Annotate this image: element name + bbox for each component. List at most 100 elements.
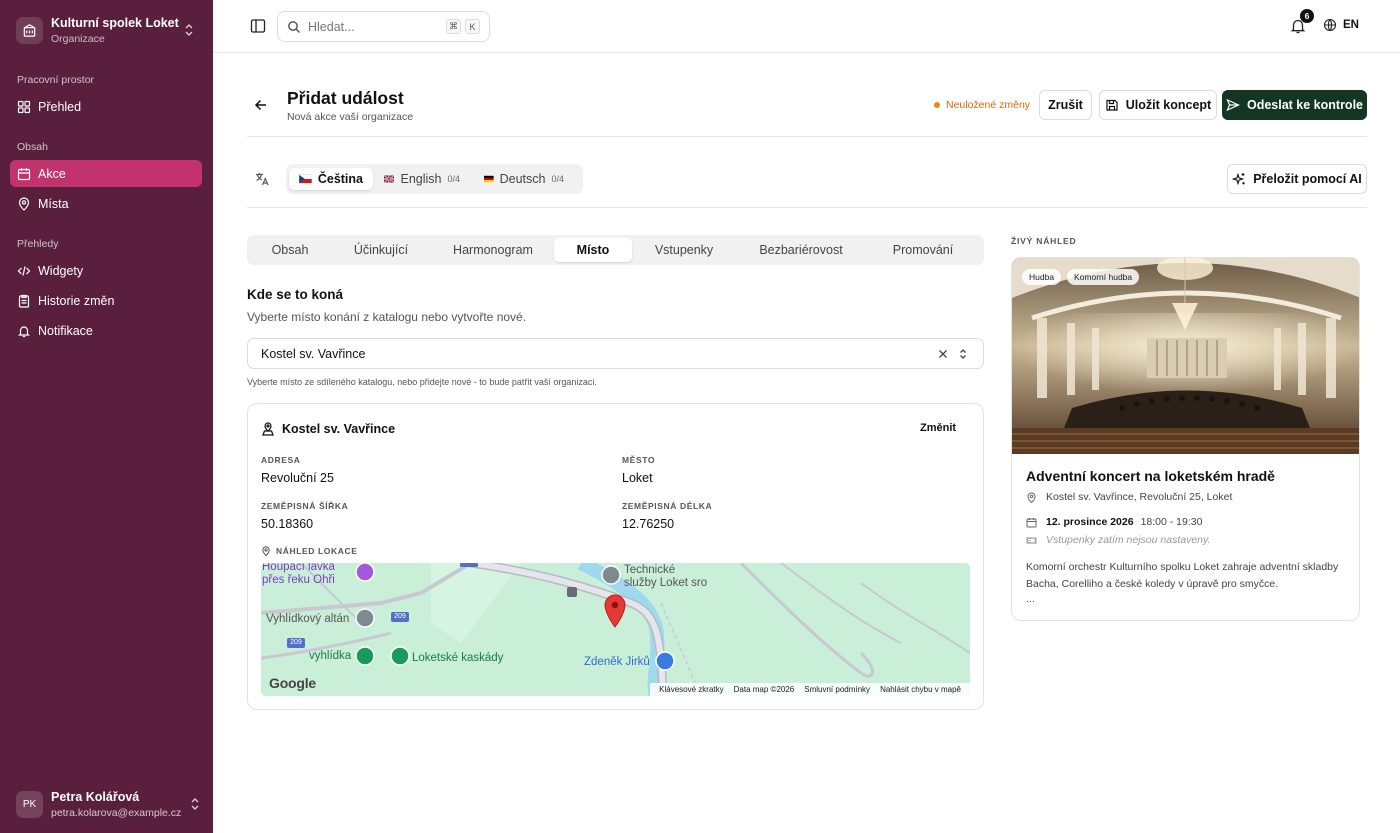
- location-map[interactable]: Houpací lávka přes řeku Ohři Technické s…: [261, 563, 970, 696]
- chevrons-up-down-icon[interactable]: [956, 347, 970, 361]
- change-venue-button[interactable]: Změnit: [920, 422, 956, 434]
- sidebar-item-overview[interactable]: Přehled: [10, 93, 202, 120]
- tab-accessibility[interactable]: Bezbariérovost: [743, 238, 859, 262]
- map-terms-link[interactable]: Smluvní podmínky: [804, 685, 870, 694]
- preview-date: 12. prosince 2026 18:00 - 19:30: [1026, 516, 1202, 528]
- page-title: Přidat událost: [287, 88, 404, 108]
- map-report-link[interactable]: Nahlásit chybu v mapě: [880, 685, 961, 694]
- code-icon: [17, 265, 31, 276]
- sidebar-item-notifications[interactable]: Notifikace: [10, 317, 202, 344]
- map-place-kaskady: Loketské kaskády: [412, 652, 504, 664]
- sidebar-item-label: Přehled: [38, 99, 82, 114]
- preview-title: Adventní koncert na loketském hradě: [1026, 468, 1275, 484]
- venue-select[interactable]: Kostel sv. Vavřince: [247, 338, 984, 369]
- preview-tickets-text: Vstupenky zatím nejsou nastaveny.: [1046, 534, 1211, 546]
- ai-translate-label: Přeložit pomocí AI: [1253, 172, 1362, 186]
- sidebar-toggle-icon[interactable]: [249, 17, 267, 35]
- bell-icon: [18, 325, 30, 337]
- map-pin-icon: [262, 546, 270, 556]
- tag-hudba: Hudba: [1022, 269, 1062, 285]
- search-box[interactable]: ⌘ K: [277, 11, 490, 42]
- building-icon: [16, 16, 43, 44]
- back-arrow-icon[interactable]: [253, 97, 269, 113]
- submit-for-review-button[interactable]: Odeslat ke kontrole: [1222, 90, 1367, 120]
- tab-content[interactable]: Obsah: [251, 238, 329, 262]
- sidebar-item-label: Akce: [38, 166, 66, 181]
- venue-heading: Kde se to koná: [247, 287, 344, 302]
- sidebar-item-places[interactable]: Místa: [10, 190, 202, 217]
- tag-komorni-hudba: Komorní hudba: [1067, 269, 1140, 285]
- tab-language-label: Deutsch: [499, 172, 546, 186]
- section-reports: Přehledy: [17, 238, 59, 250]
- chevrons-up-down-icon: [189, 797, 203, 811]
- submit-label: Odeslat ke kontrole: [1246, 98, 1363, 112]
- sidebar-item-history[interactable]: Historie změn: [10, 287, 202, 314]
- language-code: EN: [1343, 19, 1359, 31]
- tab-schedule[interactable]: Harmonogram: [437, 238, 549, 262]
- cancel-label: Zrušit: [1048, 98, 1083, 112]
- tab-language-en[interactable]: English 0/4: [374, 168, 470, 190]
- sidebar-item-label: Notifikace: [38, 323, 93, 338]
- sidebar-item-events[interactable]: Akce: [10, 160, 202, 187]
- tab-promotion[interactable]: Promování: [867, 238, 979, 262]
- topbar: ⌘ K 6 EN: [213, 0, 1400, 53]
- preview-ellipsis: ...: [1026, 593, 1035, 605]
- map-preview-label-text: NÁHLED LOKACE: [276, 546, 358, 556]
- preview-location-text: Kostel sv. Vavřince, Revoluční 25, Loket: [1046, 491, 1233, 503]
- send-icon: [1226, 98, 1240, 112]
- kbd-k: K: [465, 19, 480, 34]
- latitude-label: ZEMĚPISNÁ ŠÍŘKA: [261, 501, 349, 511]
- tab-language-count: 0/4: [551, 174, 564, 184]
- user-menu[interactable]: PK Petra Kolářová petra.kolarova@example…: [10, 782, 203, 826]
- chevrons-up-down-icon: [183, 23, 197, 37]
- tab-performers[interactable]: Účinkující: [335, 238, 427, 262]
- clipboard-icon: [18, 294, 30, 308]
- ticket-icon: [1026, 537, 1037, 543]
- venue-hint: Vyberte místo ze sdíleného katalogu, neb…: [247, 377, 597, 387]
- map-preview-label: NÁHLED LOKACE: [261, 546, 357, 556]
- org-switcher[interactable]: Kulturní spolek Loket Organizace: [10, 8, 203, 52]
- flag-uk-icon: [384, 174, 395, 184]
- map-keyboard-shortcuts-link[interactable]: Klávesové zkratky: [659, 685, 723, 694]
- concert-hall-image: [1012, 258, 1359, 454]
- search-input[interactable]: [308, 19, 428, 34]
- map-place-technicke: Technické: [624, 564, 676, 576]
- clear-icon[interactable]: [936, 347, 950, 361]
- tab-tickets[interactable]: Vstupenky: [641, 238, 727, 262]
- road-shield: 209: [460, 563, 478, 567]
- save-draft-label: Uložit koncept: [1125, 98, 1212, 112]
- shortcut-hint: ⌘ K: [442, 19, 480, 34]
- venue-card-title: Kostel sv. Vavřince: [261, 422, 395, 436]
- flag-de-icon: [484, 175, 494, 183]
- map-place-houpaci: Houpací lávka: [262, 563, 335, 573]
- venue-icon: [262, 422, 274, 436]
- tab-language-label: Čeština: [317, 172, 363, 186]
- map-pin-icon: [18, 196, 30, 211]
- longitude-value: 12.76250: [622, 517, 675, 531]
- flag-cz-icon: [299, 174, 312, 184]
- globe-icon: [1323, 18, 1337, 32]
- dashboard-icon: [17, 100, 31, 113]
- sidebar-item-widgets[interactable]: Widgety: [10, 257, 202, 284]
- translate-icon: [254, 171, 270, 187]
- language-tabs: Čeština English 0/4 Deutsch 0/4: [286, 164, 583, 194]
- save-draft-button[interactable]: Uložit koncept: [1099, 90, 1217, 120]
- tab-language-cs[interactable]: Čeština: [289, 168, 373, 190]
- ai-translate-button[interactable]: Přeložit pomocí AI: [1227, 164, 1367, 194]
- venue-name: Kostel sv. Vavřince: [282, 422, 396, 436]
- cancel-button[interactable]: Zrušit: [1039, 90, 1092, 120]
- user-email: petra.kolarova@example.cz: [51, 806, 182, 819]
- map-data-credit: Data map ©2026: [733, 685, 795, 694]
- tab-place[interactable]: Místo: [554, 238, 632, 262]
- preview-tickets: Vstupenky zatím nejsou nastaveny.: [1026, 534, 1210, 546]
- divider: [247, 207, 1367, 208]
- map-place-jirku: Zdeněk Jirků: [584, 656, 650, 668]
- preview-date-text: 12. prosince 2026: [1046, 516, 1134, 528]
- language-switcher[interactable]: EN: [1323, 18, 1359, 32]
- map-place-vyhlidkovy: Vyhlídkový altán: [266, 613, 350, 625]
- venue-description: Vyberte místo konání z katalogu nebo vyt…: [247, 310, 527, 324]
- map-attribution: Klávesové zkratky Data map ©2026 Smluvní…: [650, 683, 970, 696]
- venue-card: Kostel sv. Vavřince Změnit ADRESA Revolu…: [247, 403, 984, 710]
- section-content: Obsah: [17, 141, 48, 153]
- tab-language-de[interactable]: Deutsch 0/4: [474, 168, 574, 190]
